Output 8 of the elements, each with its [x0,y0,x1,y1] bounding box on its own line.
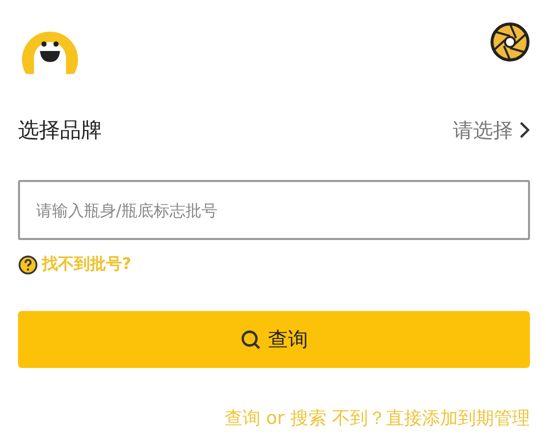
search-icon [240,328,262,350]
batch-input-field[interactable]: 请输入瓶身/瓶底标志批号 [18,180,530,240]
brand-label: 选择品牌 [18,117,102,144]
chevron-right-icon [519,121,530,139]
query-button[interactable]: 查询 [18,311,530,368]
aperture-icon[interactable] [490,22,530,62]
question-icon [18,254,38,274]
brand-select[interactable]: 请选择 [453,116,530,144]
